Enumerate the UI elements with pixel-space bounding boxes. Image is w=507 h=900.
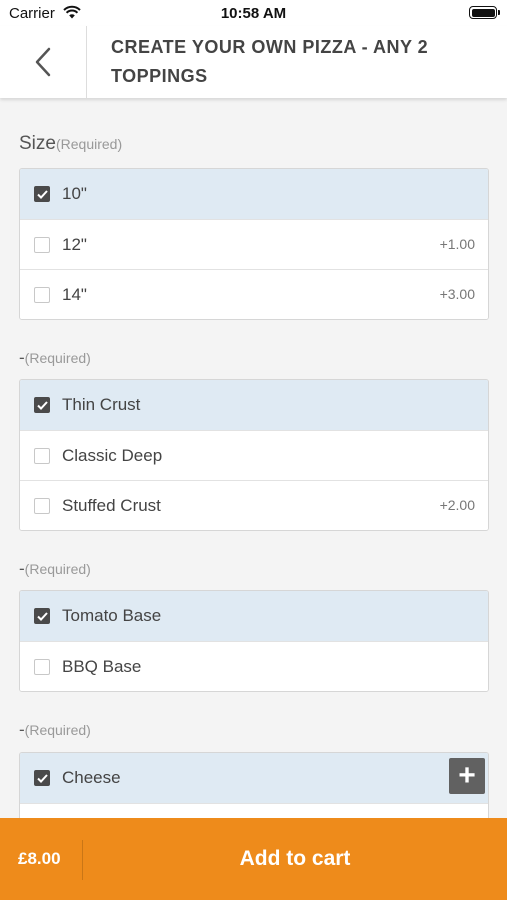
header: CREATE YOUR OWN PIZZA - ANY 2 TOPPINGS [0,26,507,98]
option-label: BBQ Base [62,657,142,676]
cart-total: £8.00 [18,849,61,868]
option-group-toppings: Cheese + [19,752,489,818]
chevron-left-icon [35,47,51,77]
option-label: Tomato Base [62,606,162,625]
page-title: CREATE YOUR OWN PIZZA - ANY 2 TOPPINGS [111,37,429,86]
required-label: (Required) [24,722,91,738]
required-label: (Required) [55,136,123,152]
option-price: +2.00 [439,497,475,513]
status-time: 10:58 AM [220,5,287,22]
option-label: 12" [62,235,87,254]
checkmark-icon [37,612,48,621]
option-row[interactable]: Cheese + [20,753,488,803]
options-list[interactable]: Size(Required) 10" 12" +1.00 14" +3.00 -… [0,98,507,818]
option-label: 14" [62,285,87,304]
option-label: Thin Crust [62,395,141,414]
section-title-size: Size(Required) [19,133,122,155]
checkbox-checked[interactable] [34,770,50,786]
checkbox-checked[interactable] [34,608,50,624]
option-row[interactable] [20,803,488,818]
option-row[interactable]: Thin Crust [20,380,488,430]
option-price: +3.00 [439,286,475,302]
option-row[interactable]: 14" +3.00 [20,269,488,319]
option-label: 10" [62,184,87,203]
option-group-crust: Thin Crust Classic Deep Stuffed Crust +2… [19,379,489,531]
option-label: Stuffed Crust [62,496,161,515]
cart-bar: £8.00 Add to cart [0,818,507,900]
required-label: (Required) [24,350,91,366]
checkbox[interactable] [34,237,50,253]
checkbox[interactable] [34,448,50,464]
checkmark-icon [37,774,48,783]
checkbox[interactable] [34,287,50,303]
checkbox[interactable] [34,498,50,514]
section-title-base: -(Required) [19,559,91,579]
option-row[interactable]: Classic Deep [20,430,488,480]
section-title-crust: -(Required) [19,348,91,368]
checkbox-checked[interactable] [34,186,50,202]
section-heading: Size [19,133,56,154]
required-label: (Required) [24,561,91,577]
checkbox[interactable] [34,659,50,675]
option-row[interactable]: 12" +1.00 [20,219,488,269]
back-button[interactable] [0,26,87,98]
option-row[interactable]: Tomato Base [20,591,488,641]
option-group-size: 10" 12" +1.00 14" +3.00 [19,168,489,320]
add-to-cart-button[interactable]: Add to cart [83,818,507,900]
option-row[interactable]: Stuffed Crust +2.00 [20,480,488,530]
option-price: +1.00 [439,236,475,252]
option-row[interactable]: 10" [20,169,488,219]
battery-icon [469,6,500,19]
checkbox-checked[interactable] [34,397,50,413]
option-group-base: Tomato Base BBQ Base [19,590,489,692]
option-row[interactable]: BBQ Base [20,641,488,691]
checkmark-icon [37,401,48,410]
plus-icon[interactable]: + [449,758,485,794]
option-label: Classic Deep [62,446,163,465]
option-label: Cheese [62,768,121,787]
checkmark-icon [37,190,48,199]
status-bar: Carrier 10:58 AM [0,0,507,26]
section-title-toppings: -(Required) [19,720,91,740]
